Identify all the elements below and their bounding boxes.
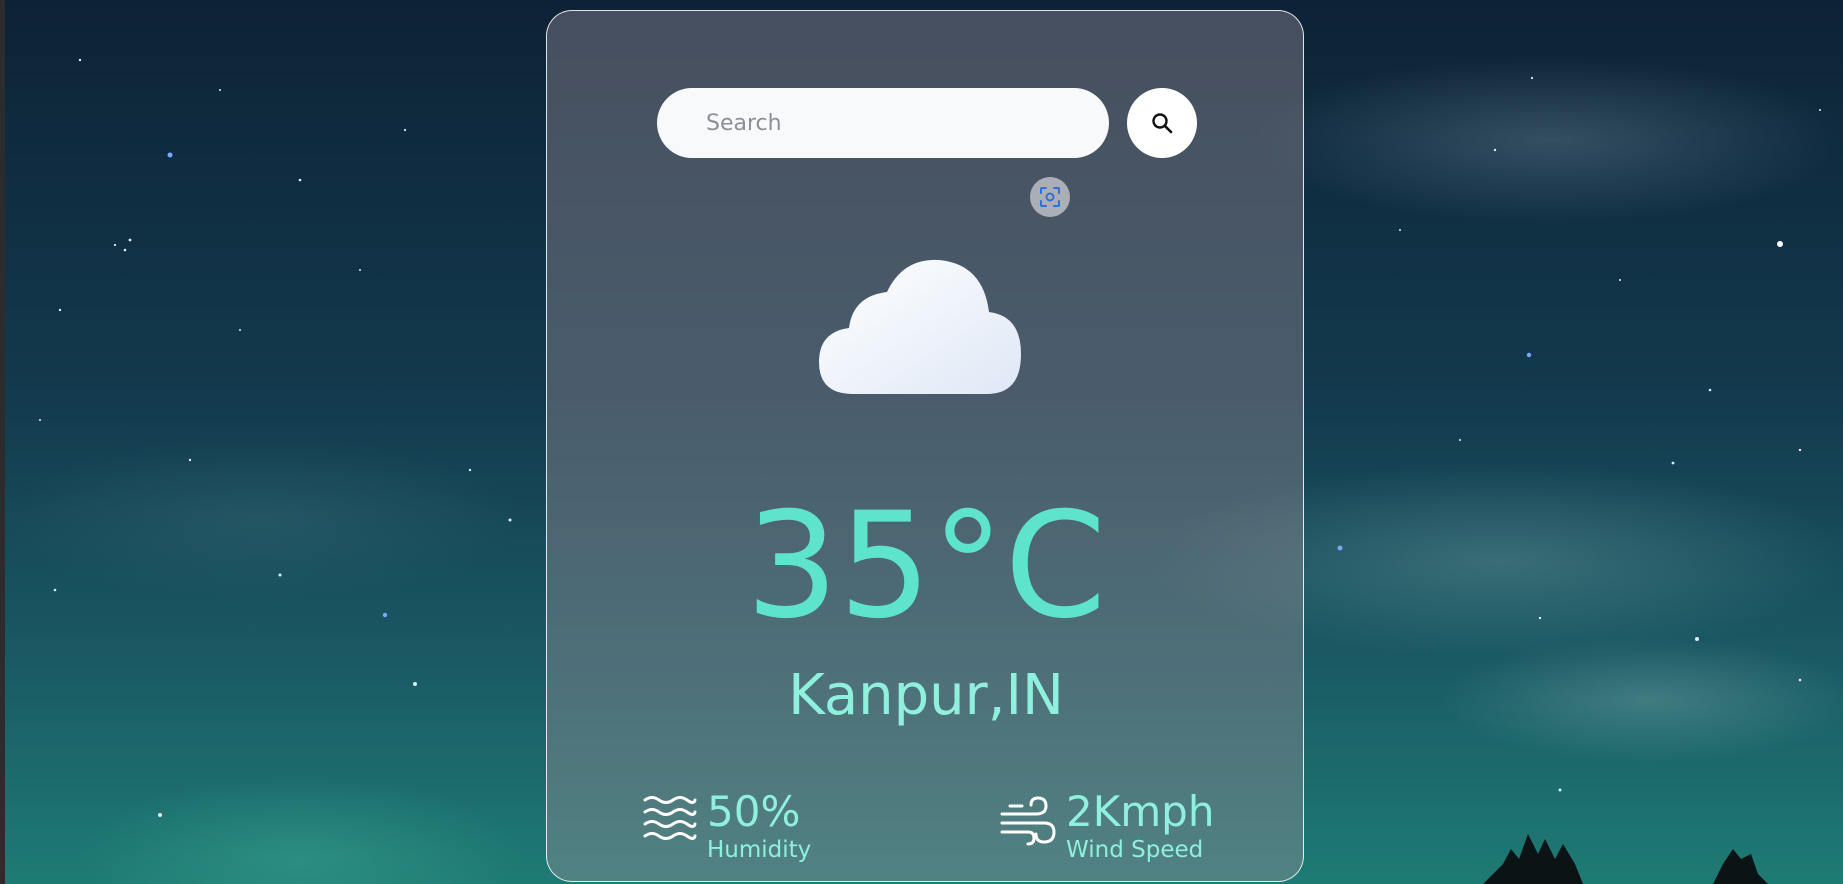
humidity-stat: 50% Humidity: [641, 788, 811, 864]
temperature-display: 35°C: [745, 481, 1107, 651]
wind-speed-label: Wind Speed: [1066, 837, 1204, 863]
scan-icon: [1040, 187, 1060, 207]
humidity-label: Humidity: [707, 837, 812, 863]
waves-icon: [643, 796, 697, 840]
tree-silhouette: [1483, 834, 1768, 884]
scan-button[interactable]: [1030, 177, 1070, 217]
search-icon: [1152, 113, 1173, 134]
wind-stat: 2Kmph Wind Speed: [1000, 788, 1214, 864]
weather-card: 35°C Kanpur,IN 50% Humidity 2Kmph: [546, 10, 1304, 882]
cloud-icon: [819, 259, 1021, 394]
wind-speed-value: 2Kmph: [1066, 787, 1215, 836]
location-name: Kanpur,IN: [788, 663, 1064, 728]
humidity-value: 50%: [707, 787, 801, 836]
search-input[interactable]: [657, 88, 1109, 158]
window-edge: [0, 0, 5, 884]
search-button[interactable]: [1127, 88, 1197, 158]
wind-icon: [1000, 796, 1056, 846]
